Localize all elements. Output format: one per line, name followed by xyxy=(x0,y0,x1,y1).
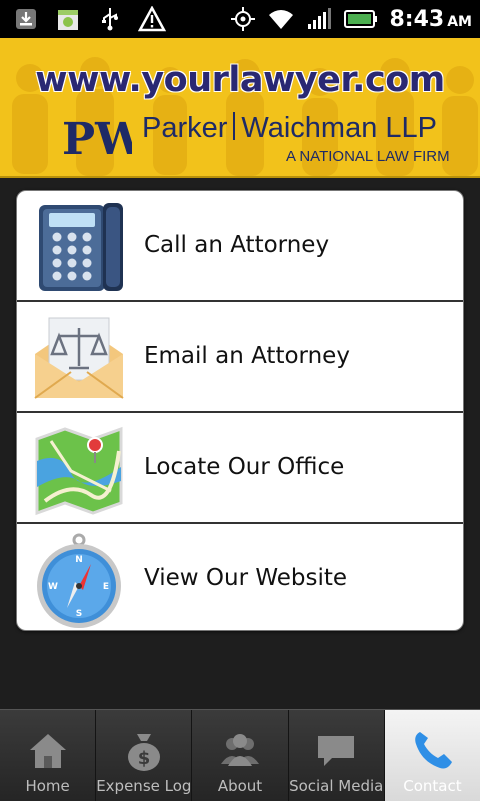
tab-home[interactable]: Home xyxy=(0,710,97,801)
status-bar-notifications xyxy=(12,4,166,34)
tab-about-label: About xyxy=(217,777,263,795)
tab-home-label: Home xyxy=(25,777,70,795)
locate-office-item[interactable]: Locate Our Office xyxy=(17,413,463,524)
view-website-item[interactable]: N S W E View Our Website xyxy=(17,524,463,630)
svg-text:N: N xyxy=(75,555,83,565)
signal-icon xyxy=(305,5,333,33)
call-attorney-label: Call an Attorney xyxy=(144,232,330,258)
phone-icon xyxy=(39,203,123,291)
email-attorney-label: Email an Attorney xyxy=(144,343,350,369)
svg-text:E: E xyxy=(103,582,109,592)
money-bag-icon: $ xyxy=(127,734,160,771)
firm-name: Parker Waichman LLP xyxy=(142,112,437,144)
wifi-icon xyxy=(267,5,295,33)
battery-icon xyxy=(343,5,379,33)
android-market-icon xyxy=(54,5,82,33)
tab-contact[interactable]: Contact xyxy=(384,710,480,801)
tab-social-media[interactable]: Social Media xyxy=(289,710,385,801)
svg-text:W: W xyxy=(48,582,58,592)
clock: 8:43 AM xyxy=(389,6,472,32)
email-attorney-item[interactable]: Email an Attorney xyxy=(17,302,463,413)
contact-menu: Call an Attorney Email an Attorney Locat… xyxy=(16,190,464,631)
status-bar-system: 8:43 AM xyxy=(229,4,472,34)
tab-social-media-label: Social Media xyxy=(289,777,384,795)
chat-bubble-icon xyxy=(318,736,355,766)
svg-text:PW: PW xyxy=(62,116,132,158)
download-icon xyxy=(12,5,40,33)
call-attorney-item[interactable]: Call an Attorney xyxy=(17,191,463,302)
tab-expense-log-label: Expense Log xyxy=(96,777,192,795)
people-icon xyxy=(221,734,259,766)
home-icon xyxy=(29,734,66,768)
tab-contact-label: Contact xyxy=(403,777,462,795)
tab-about[interactable]: About xyxy=(192,710,289,801)
pw-logo: PW xyxy=(62,116,132,158)
status-bar: 8:43 AM xyxy=(0,0,480,38)
firm-tagline: A NATIONAL LAW FIRM xyxy=(286,148,450,165)
header-banner: www.yourlawyer.com PW ParkerWaichman LLP… xyxy=(0,38,480,178)
usb-icon xyxy=(96,5,124,33)
locate-office-label: Locate Our Office xyxy=(144,454,345,480)
gps-icon xyxy=(229,5,257,33)
bottom-tab-bar: Home $ Expense Log About Social Media Co… xyxy=(0,709,480,801)
warning-icon xyxy=(138,5,166,33)
view-website-label: View Our Website xyxy=(144,565,348,591)
tab-expense-log[interactable]: $ Expense Log xyxy=(96,710,193,801)
website-url: www.yourlawyer.com xyxy=(35,60,445,100)
map-icon xyxy=(35,426,123,516)
phone-handset-icon xyxy=(415,732,453,769)
svg-text:$: $ xyxy=(138,748,151,769)
compass-icon: N S W E xyxy=(37,533,121,628)
svg-text:S: S xyxy=(76,609,82,619)
envelope-scales-icon xyxy=(34,317,124,399)
